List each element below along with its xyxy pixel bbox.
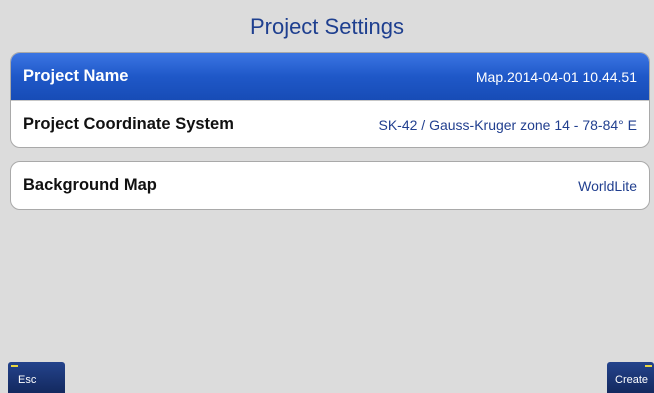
softkey-indicator-icon [645, 365, 652, 367]
background-map-group: Background Map WorldLite [10, 161, 650, 210]
project-name-value: Map.2014-04-01 10.44.51 [475, 68, 637, 85]
coordinate-system-row[interactable]: Project Coordinate System SK-42 / Gauss-… [11, 100, 649, 147]
esc-softkey-button[interactable]: Esc [8, 362, 65, 393]
page-title: Project Settings [249, 14, 405, 39]
create-softkey-button[interactable]: Create [607, 362, 654, 393]
background-map-value: WorldLite [578, 177, 637, 194]
project-settings-group: Project Name Map.2014-04-01 10.44.51 Pro… [10, 52, 650, 148]
project-name-row[interactable]: Project Name Map.2014-04-01 10.44.51 [11, 53, 649, 100]
softkey-indicator-icon [11, 365, 18, 367]
coordinate-system-label: Project Coordinate System [23, 115, 234, 133]
create-softkey-label: Create [615, 374, 649, 386]
project-name-label: Project Name [23, 67, 129, 85]
esc-softkey-label: Esc [18, 374, 37, 386]
background-map-row[interactable]: Background Map WorldLite [11, 162, 649, 209]
coordinate-system-value: SK-42 / Gauss-Kruger zone 14 - 78-84° E [378, 116, 637, 133]
background-map-label: Background Map [23, 176, 157, 194]
